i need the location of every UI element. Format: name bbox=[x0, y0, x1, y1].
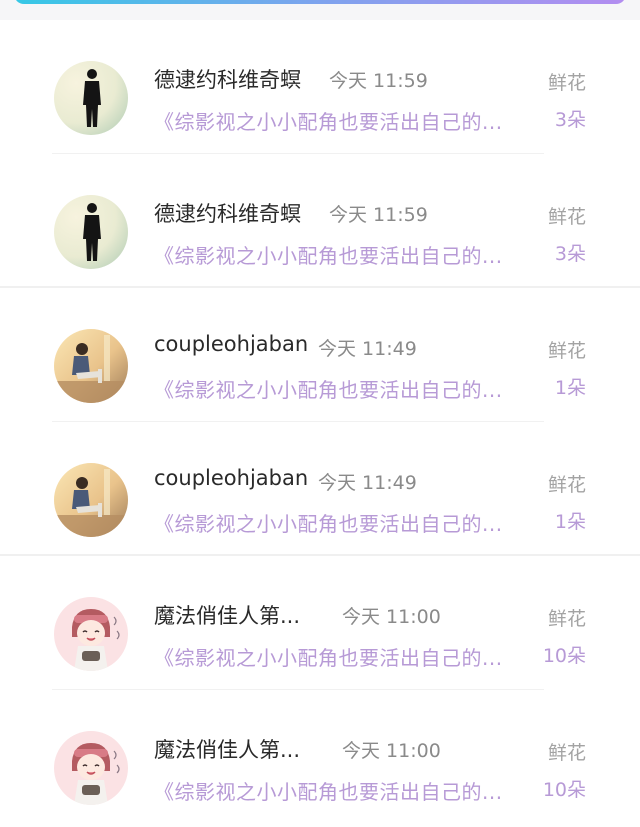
book-title-link[interactable]: 《综影视之小小配角也要活出自己的... bbox=[154, 374, 503, 403]
user-name[interactable]: coupleohjaban bbox=[154, 466, 308, 490]
sitting-person-avatar[interactable] bbox=[54, 329, 128, 403]
timestamp: 今天 11:00 bbox=[342, 740, 441, 762]
feed-item[interactable]: 德逮约科维奇螟 今天 11:59 《综影视之小小配角也要活出自己的... 鲜花 … bbox=[0, 20, 640, 154]
gift-type-label: 鲜花 bbox=[547, 340, 586, 362]
feed-item[interactable]: 魔法俏佳人第... 今天 11:00 《综影视之小小配角也要活出自己的... 鲜… bbox=[0, 556, 640, 690]
gift-type-label: 鲜花 bbox=[547, 206, 586, 228]
user-name[interactable]: coupleohjaban bbox=[154, 332, 308, 356]
user-name[interactable]: 德逮约科维奇螟 bbox=[154, 64, 301, 94]
book-title-link[interactable]: 《综影视之小小配角也要活出自己的... bbox=[154, 776, 503, 805]
book-title-link[interactable]: 《综影视之小小配角也要活出自己的... bbox=[154, 106, 503, 135]
gift-feed-list: 德逮约科维奇螟 今天 11:59 《综影视之小小配角也要活出自己的... 鲜花 … bbox=[0, 20, 640, 824]
gift-count: 3朵 bbox=[554, 243, 586, 265]
timestamp: 今天 11:59 bbox=[329, 204, 428, 226]
user-name[interactable]: 魔法俏佳人第... bbox=[154, 600, 300, 630]
book-title-link[interactable]: 《综影视之小小配角也要活出自己的... bbox=[154, 240, 503, 269]
gift-count: 10朵 bbox=[542, 645, 586, 667]
user-name[interactable]: 魔法俏佳人第... bbox=[154, 734, 300, 764]
timestamp: 今天 11:49 bbox=[318, 472, 417, 494]
feed-item[interactable]: 德逮约科维奇螟 今天 11:59 《综影视之小小配角也要活出自己的... 鲜花 … bbox=[0, 154, 640, 288]
book-title-link[interactable]: 《综影视之小小配角也要活出自己的... bbox=[154, 508, 503, 537]
gift-count: 1朵 bbox=[554, 377, 586, 399]
gift-type-label: 鲜花 bbox=[547, 608, 586, 630]
cartoon-girl-avatar[interactable] bbox=[54, 597, 128, 671]
timestamp: 今天 11:49 bbox=[318, 338, 417, 360]
header-strip bbox=[0, 0, 640, 20]
gift-count: 3朵 bbox=[554, 109, 586, 131]
silhouette-avatar[interactable] bbox=[54, 61, 128, 135]
timestamp: 今天 11:00 bbox=[342, 606, 441, 628]
user-name[interactable]: 德逮约科维奇螟 bbox=[154, 198, 301, 228]
timestamp: 今天 11:59 bbox=[329, 70, 428, 92]
sitting-person-avatar[interactable] bbox=[54, 463, 128, 537]
cartoon-girl-avatar[interactable] bbox=[54, 731, 128, 805]
feed-item[interactable]: coupleohjaban 今天 11:49 《综影视之小小配角也要活出自己的.… bbox=[0, 288, 640, 422]
gift-count: 1朵 bbox=[554, 511, 586, 533]
gift-type-label: 鲜花 bbox=[547, 742, 586, 764]
gift-type-label: 鲜花 bbox=[547, 474, 586, 496]
gift-type-label: 鲜花 bbox=[547, 72, 586, 94]
gift-count: 10朵 bbox=[542, 779, 586, 801]
book-title-link[interactable]: 《综影视之小小配角也要活出自己的... bbox=[154, 642, 503, 671]
feed-item[interactable]: coupleohjaban 今天 11:49 《综影视之小小配角也要活出自己的.… bbox=[0, 422, 640, 556]
gradient-banner-edge bbox=[14, 0, 626, 4]
feed-item[interactable]: 魔法俏佳人第... 今天 11:00 《综影视之小小配角也要活出自己的... 鲜… bbox=[0, 690, 640, 824]
silhouette-avatar[interactable] bbox=[54, 195, 128, 269]
